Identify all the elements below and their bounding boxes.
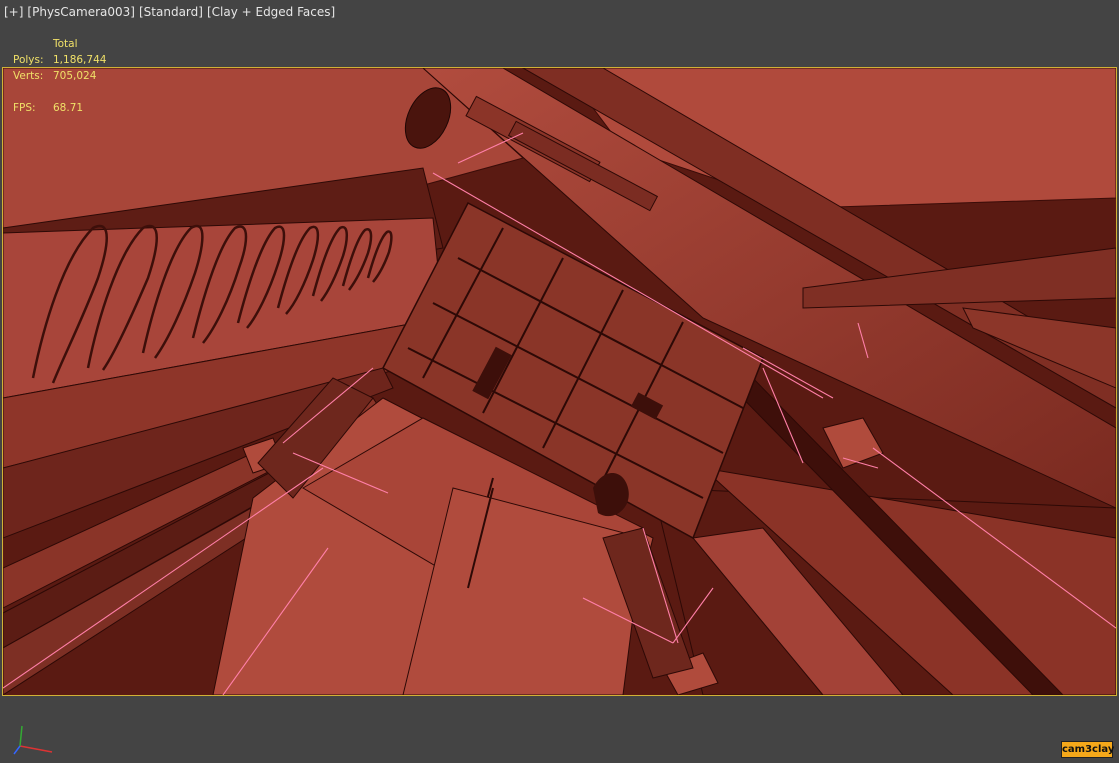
viewport-label[interactable]: [+] [PhysCamera003] [Standard] [Clay + Edge… bbox=[4, 5, 339, 19]
axis-gizmo-icon bbox=[12, 722, 56, 760]
fps-value: 68.71 bbox=[53, 102, 84, 114]
viewport-menu-plus[interactable]: [+] bbox=[4, 5, 23, 19]
stats-header: Total bbox=[53, 38, 78, 50]
fps-label: FPS: bbox=[13, 102, 36, 114]
camera-viewport[interactable] bbox=[2, 67, 1117, 696]
scene-render bbox=[3, 68, 1116, 695]
verts-value: 705,024 bbox=[53, 70, 97, 82]
polys-value: 1,186,744 bbox=[53, 54, 107, 66]
viewport-camera-menu[interactable]: [PhysCamera003] bbox=[27, 5, 135, 19]
polys-label: Polys: bbox=[13, 54, 44, 66]
camera-name-tag[interactable]: cam3clay bbox=[1061, 741, 1114, 758]
verts-label: Verts: bbox=[13, 70, 44, 82]
viewport-preset-menu[interactable]: [Standard] bbox=[139, 5, 203, 19]
viewport-shading-menu[interactable]: [Clay + Edged Faces] bbox=[207, 5, 335, 19]
